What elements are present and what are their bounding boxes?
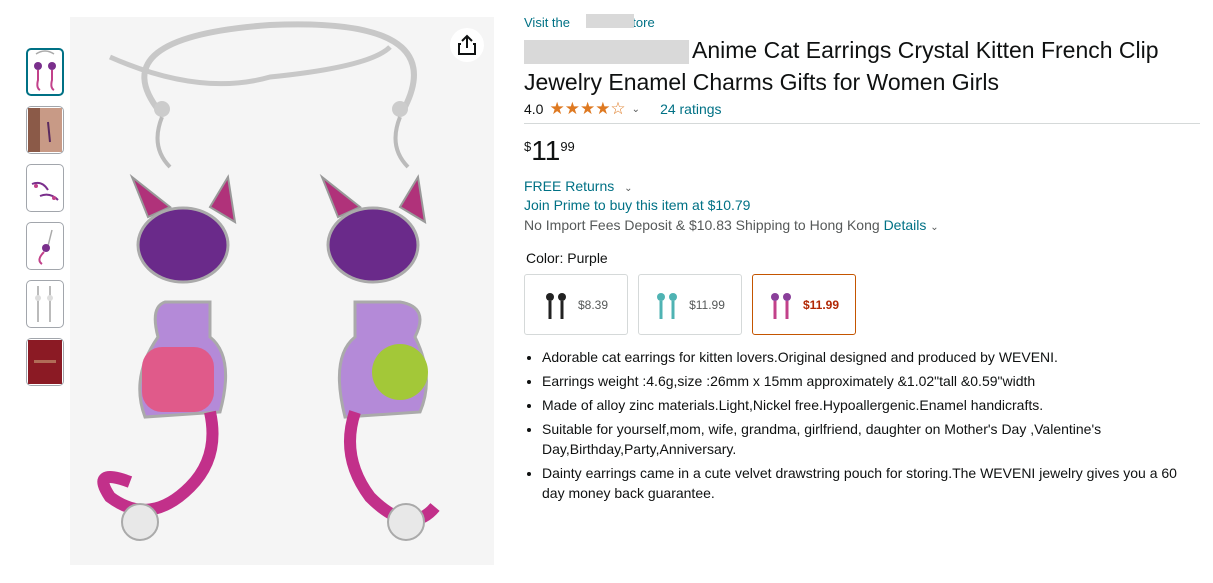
feature-bullets: Adorable cat earrings for kitten lovers.… xyxy=(524,347,1200,503)
black-earring-icon xyxy=(545,292,566,319)
store-link-text[interactable]: Visit the xyxy=(524,15,570,30)
cat-earrings-image xyxy=(97,21,440,541)
price-whole: 11 xyxy=(531,135,561,166)
model-photo-icon xyxy=(28,108,62,152)
silver-earring-icon xyxy=(35,286,53,322)
returns-chevron-icon[interactable]: ⌄ xyxy=(624,183,632,194)
product-details: Visit the Store Anime Cat Earrings Cryst… xyxy=(524,14,1200,507)
import-fees-text: No Import Fees Deposit & $10.83 Shipping… xyxy=(524,217,880,233)
thumbnail-strip xyxy=(26,48,66,396)
single-earring-icon xyxy=(38,229,53,265)
thumbnail-2[interactable] xyxy=(26,106,64,154)
free-returns-link[interactable]: FREE Returns ⌄ xyxy=(524,178,1200,194)
prime-offer-link[interactable]: Join Prime to buy this item at $10.79 xyxy=(524,197,1200,213)
redacted-store-name xyxy=(586,14,634,28)
purple-earring-icon xyxy=(770,292,791,319)
color-swatches: $8.39 $11.99 $11.99 xyxy=(524,274,1200,335)
swatch-teal[interactable]: $11.99 xyxy=(638,274,742,335)
thumbnail-1[interactable] xyxy=(26,48,64,96)
price: $ 11 99 xyxy=(524,136,1200,168)
thumbnail-4[interactable] xyxy=(26,222,64,270)
share-icon xyxy=(458,34,476,55)
earring-pair-icon xyxy=(31,181,59,201)
bullet-item: Earrings weight :4.6g,size :26mm x 15mm … xyxy=(542,371,1200,391)
color-label: Color: Purple xyxy=(526,250,1200,266)
product-title: Anime Cat Earrings Crystal Kitten French… xyxy=(524,34,1200,98)
swatch-purple[interactable]: $11.99 xyxy=(752,274,856,335)
swatch-black[interactable]: $8.39 xyxy=(524,274,628,335)
bullet-item: Made of alloy zinc materials.Light,Nicke… xyxy=(542,395,1200,415)
chevron-down-icon[interactable]: ⌄ xyxy=(632,104,640,115)
details-chevron-icon[interactable]: ⌄ xyxy=(930,222,938,233)
import-fees: No Import Fees Deposit & $10.83 Shipping… xyxy=(524,217,1200,233)
price-symbol: $ xyxy=(524,139,532,154)
star-rating-icon[interactable]: ★★★★☆ xyxy=(549,99,625,119)
store-link[interactable]: Visit the Store xyxy=(524,14,1200,32)
color-label-text: Color: xyxy=(526,250,564,266)
teal-earring-icon xyxy=(657,292,678,319)
bullet-item: Suitable for yourself,mom, wife, grandma… xyxy=(542,419,1200,459)
bullet-item: Dainty earrings came in a cute velvet dr… xyxy=(542,463,1200,503)
swatch-price: $11.99 xyxy=(689,297,725,312)
thumbnail-3[interactable] xyxy=(26,164,64,212)
details-link[interactable]: Details xyxy=(884,217,927,233)
ratings-count-link[interactable]: 24 ratings xyxy=(660,101,721,117)
swatch-price: $8.39 xyxy=(577,297,609,312)
gift-pouch-icon xyxy=(28,340,62,384)
redacted-brand xyxy=(524,40,689,64)
price-fraction: 99 xyxy=(560,139,575,154)
bullet-item: Adorable cat earrings for kitten lovers.… xyxy=(542,347,1200,367)
earring-thumbnail-icon xyxy=(34,50,56,91)
thumbnail-5[interactable] xyxy=(26,280,64,328)
rating-row: 4.0 ★★★★☆ ⌄ 24 ratings xyxy=(524,98,1200,120)
share-button[interactable] xyxy=(450,28,484,62)
swatch-price: $11.99 xyxy=(802,297,840,312)
rating-value: 4.0 xyxy=(524,101,544,117)
divider xyxy=(524,123,1200,124)
color-value: Purple xyxy=(567,250,608,266)
thumbnail-6[interactable] xyxy=(26,338,64,386)
free-returns-label[interactable]: FREE Returns xyxy=(524,178,614,194)
main-product-image[interactable] xyxy=(70,17,494,565)
